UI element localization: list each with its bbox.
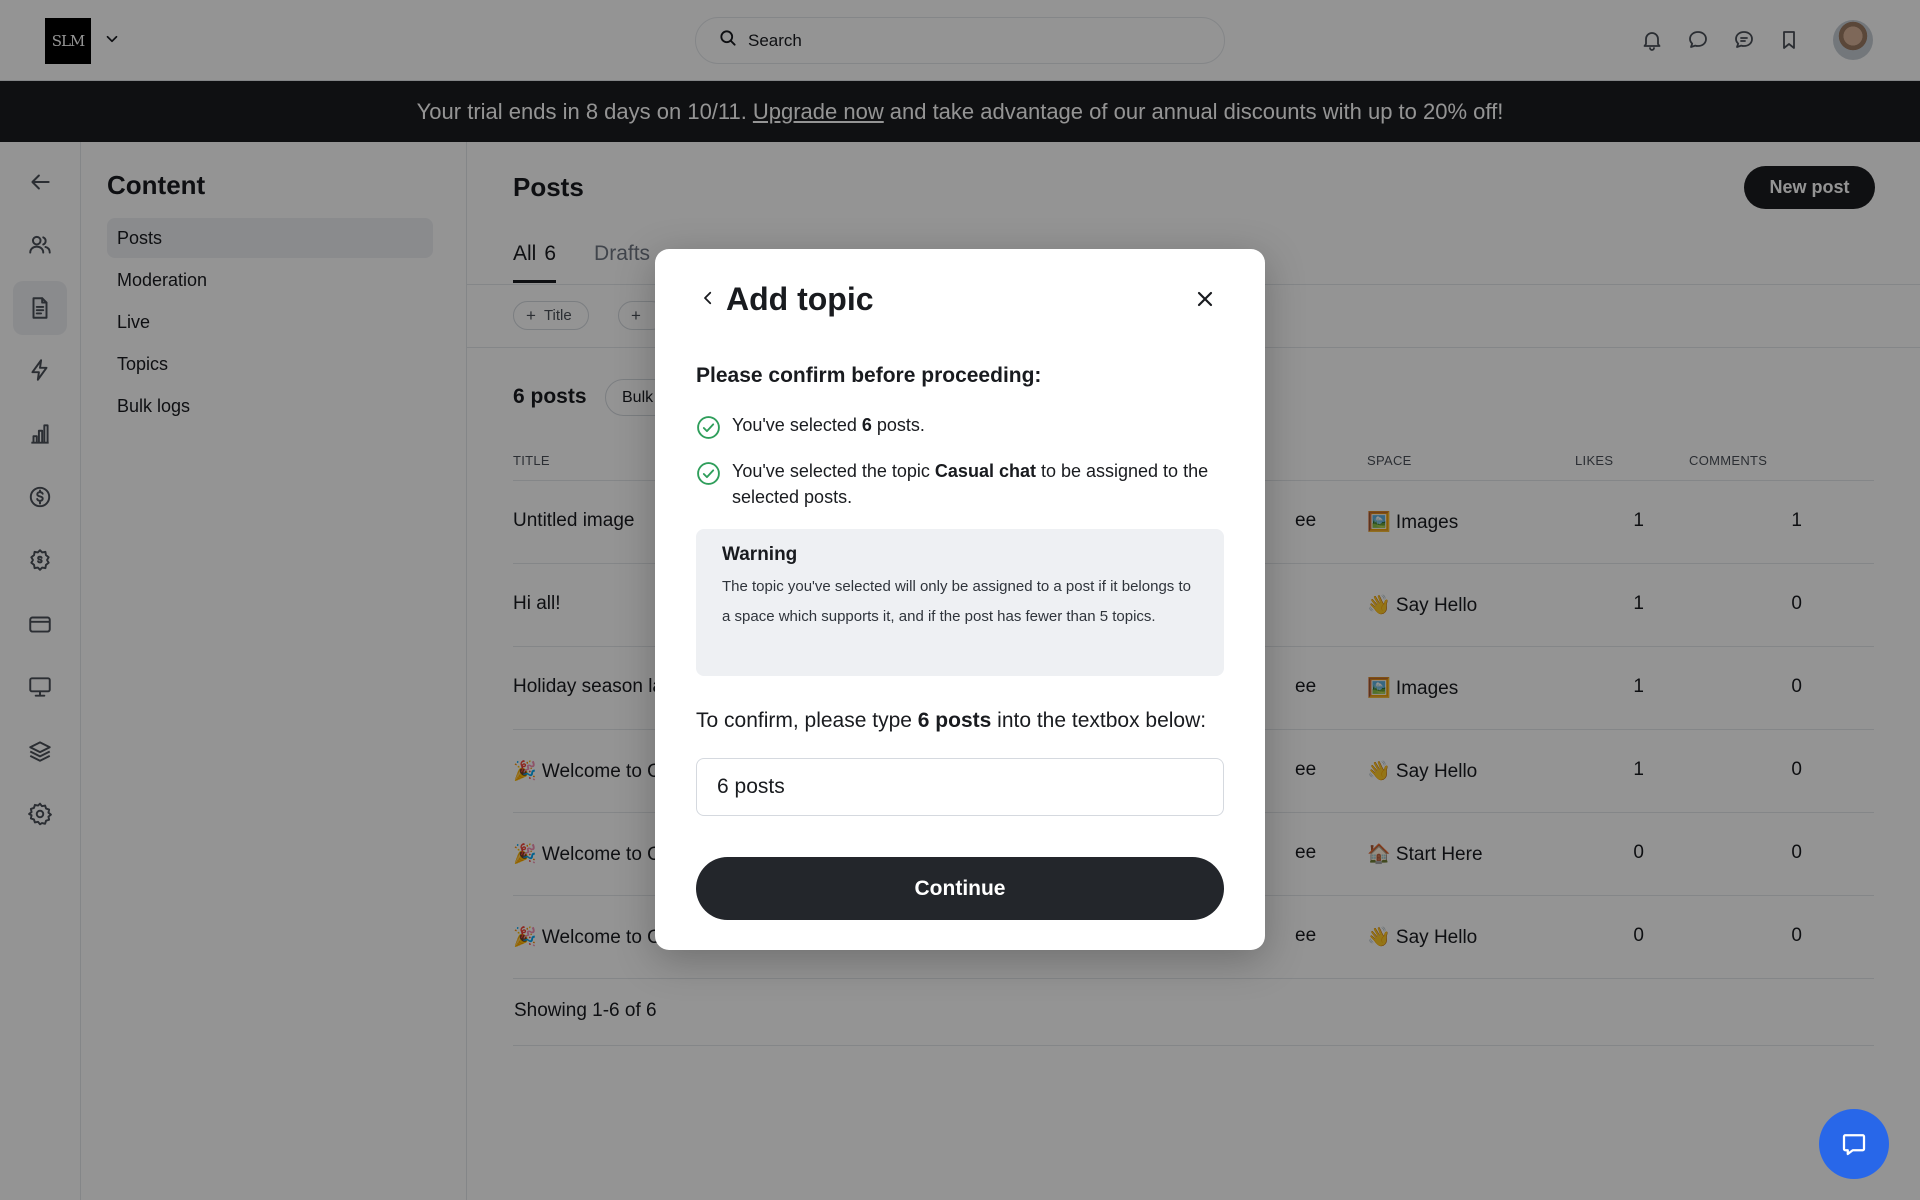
close-icon[interactable]: [1193, 287, 1217, 311]
line2-pre: You've selected the topic: [732, 461, 935, 481]
check-circle-icon: [697, 416, 720, 439]
confirmation-topic-selected: You've selected the topic Casual chat to…: [696, 458, 1222, 510]
type-pre: To confirm, please type: [696, 709, 918, 732]
confirmation-posts-selected: You've selected 6 posts.: [696, 412, 1222, 440]
line2-topic: Casual chat: [934, 461, 1036, 481]
line1-pre: You've selected: [732, 415, 862, 435]
confirm-text-input[interactable]: [696, 758, 1224, 816]
back-chevron-icon[interactable]: [699, 289, 717, 307]
check-circle-icon: [697, 462, 720, 485]
add-topic-modal: Add topic Please confirm before proceedi…: [655, 249, 1265, 950]
warning-body: The topic you've selected will only be a…: [722, 578, 1191, 625]
continue-button[interactable]: Continue: [696, 857, 1224, 920]
warning-box: Warning The topic you've selected will o…: [696, 529, 1224, 676]
type-post: into the textbox below:: [991, 709, 1207, 732]
line1-count: 6: [861, 415, 872, 435]
chat-icon: [1842, 1134, 1866, 1156]
line1-post: posts.: [871, 415, 925, 435]
support-chat-button[interactable]: [1819, 1109, 1889, 1179]
confirm-heading: Please confirm before proceeding:: [696, 364, 1042, 387]
type-instruction: To confirm, please type 6 posts into the…: [696, 709, 1206, 733]
modal-title: Add topic: [726, 281, 874, 317]
type-phrase: 6 posts: [917, 709, 992, 732]
warning-title: Warning: [722, 544, 798, 565]
